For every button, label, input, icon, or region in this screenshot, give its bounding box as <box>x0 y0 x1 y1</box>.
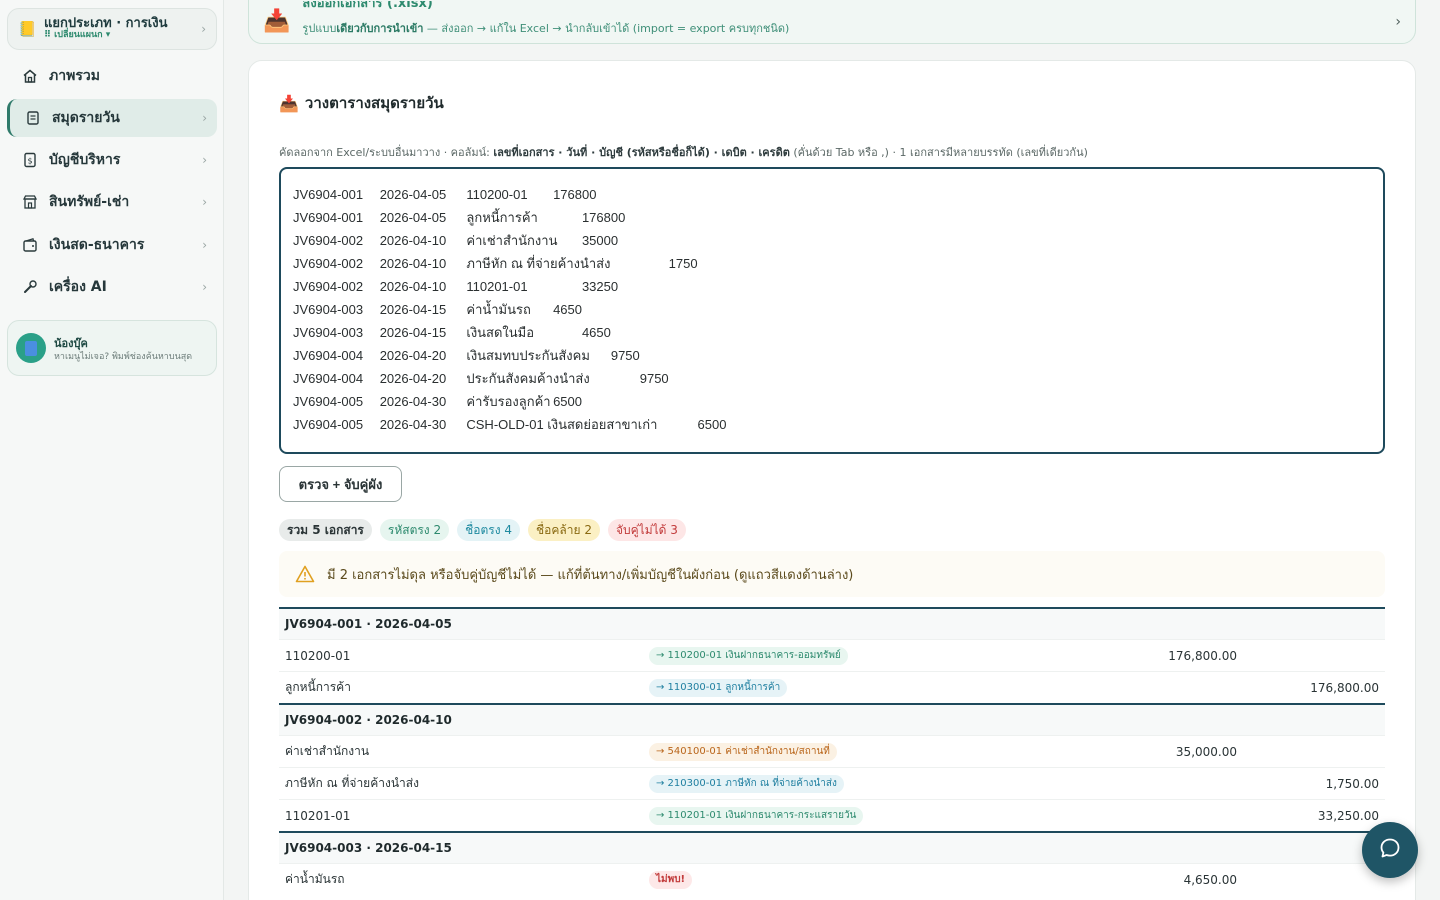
sidebar-item-ai-tools[interactable]: เครื่อง AI › <box>7 268 217 306</box>
home-icon <box>21 67 39 85</box>
input-account: ค่าน้ำมันรถ <box>285 872 345 886</box>
paste-textarea[interactable] <box>279 167 1385 454</box>
mapped-account-badge[interactable]: → 540100-01 ค่าเช่าสำนักงาน/สถานที่ <box>649 742 837 761</box>
sidebar-item-overview[interactable]: ภาพรวม <box>7 57 217 95</box>
debit-amount: 4,650.00 <box>1183 872 1237 887</box>
journal-icon <box>24 109 42 127</box>
mapped-account-cell: → 110300-01 ลูกหนี้การค้า <box>649 678 788 697</box>
folder-icon: 📒 <box>18 20 37 38</box>
sidebar-item-label: สินทรัพย์-เช่า <box>49 194 130 210</box>
book-icon <box>25 340 37 356</box>
export-subtitle-rest: — ส่งออก → แก้ใน Excel → นำกลับเข้าได้ (… <box>423 22 790 35</box>
assistant-helper-card[interactable]: น้องบุ๊ค หาเมนูไม่เจอ? พิมพ์ช่องค้นหาบนส… <box>7 320 217 376</box>
table-row: ภาษีหัก ณ ที่จ่ายค้างนำส่ง → 210300-01 ภา… <box>279 767 1385 799</box>
matched-entries-table: JV6904-001 · 2026-04-05 110200-01 → 110200… <box>279 607 1385 895</box>
sidebar-item-journal[interactable]: สมุดรายวัน › <box>7 99 217 137</box>
chevron-right-icon: › <box>202 238 207 252</box>
document-group-header: JV6904-002 · 2026-04-10 <box>279 703 1385 735</box>
tools-icon <box>21 278 39 296</box>
chat-bubble-icon <box>1378 836 1402 864</box>
export-documents-bar[interactable]: 📥 ส่งออกเอกสาร (.xlsx) รูปแบบเดียวกับการ… <box>248 0 1416 44</box>
assistant-avatar <box>16 333 46 363</box>
card-title-text: วางตารางสมุดรายวัน <box>304 94 444 112</box>
desc-columns: เลขที่เอกสาร · วันที่ · บัญชี (รหัสหรือช… <box>493 146 790 159</box>
sidebar-item-label: บัญชีบริหาร <box>49 152 121 168</box>
mapped-account-badge[interactable]: → 210300-01 ภาษีหัก ณ ที่จ่ายค้างนำส่ง <box>649 774 844 793</box>
mapped-account-badge[interactable]: → 110300-01 ลูกหนี้การค้า <box>649 678 788 697</box>
export-tray-icon: 📥 <box>263 8 291 34</box>
mapped-account-cell: → 540100-01 ค่าเช่าสำนักงาน/สถานที่ <box>649 742 837 761</box>
debit-amount: 176,800.00 <box>1168 648 1237 663</box>
sidebar-item-label: เงินสด-ธนาคาร <box>49 237 145 253</box>
chip-fuzzy-match: ชื่อคล้าย 2 <box>528 519 600 541</box>
mapped-account-cell: → 210300-01 ภาษีหัก ณ ที่จ่ายค้างนำส่ง <box>649 774 844 793</box>
warning-banner: มี 2 เอกสารไม่ดุล หรือจับคู่บัญชีไม่ได้ … <box>279 551 1385 597</box>
card-description: คัดลอกจาก Excel/ระบบอื่นมาวาง · คอลัมน์:… <box>279 143 1088 161</box>
input-account: ลูกหนี้การค้า <box>285 680 351 694</box>
chevron-right-icon: › <box>1395 14 1401 30</box>
mapped-account-cell: → 110201-01 เงินฝากธนาคาร-กระแสรายวัน <box>649 806 864 825</box>
desc-prefix: คัดลอกจาก Excel/ระบบอื่นมาวาง · คอลัมน์: <box>279 146 494 159</box>
chip-no-match: จับคู่ไม่ได้ 3 <box>607 519 686 541</box>
chevron-right-icon: › <box>201 22 206 36</box>
building-icon <box>21 193 39 211</box>
chevron-right-icon: › <box>202 195 207 209</box>
credit-amount: 176,800.00 <box>1310 680 1379 695</box>
debit-amount: 35,000.00 <box>1175 744 1237 759</box>
workspace-subtitle[interactable]: ⠿ เปลี่ยนแผนก ▾ <box>44 30 201 41</box>
table-row: ค่าน้ำมันรถ ไม่พบ! 4,650.00 <box>279 863 1385 895</box>
mapped-account-badge[interactable]: → 110201-01 เงินฝากธนาคาร-กระแสรายวัน <box>649 806 864 825</box>
desc-rest: (คั่นด้วย Tab หรือ ,) · 1 เอกสารมีหลายบร… <box>789 146 1088 159</box>
chip-total-documents: รวม 5 เอกสาร <box>279 519 372 541</box>
chip-name-match: ชื่อตรง 4 <box>457 519 521 541</box>
warning-triangle-icon <box>295 565 315 583</box>
credit-amount: 1,750.00 <box>1325 776 1379 791</box>
sidebar-item-label: สมุดรายวัน <box>52 110 120 126</box>
chevron-right-icon: › <box>202 280 207 294</box>
check-and-match-button[interactable]: ตรวจ + จับคู่ผัง <box>279 466 402 502</box>
inbox-tray-icon: 📥 <box>279 93 299 113</box>
mapped-account-cell: ไม่พบ! <box>649 870 693 889</box>
sidebar-item-label: เครื่อง AI <box>49 279 107 295</box>
table-row: ลูกหนี้การค้า → 110300-01 ลูกหนี้การค้า 17… <box>279 671 1385 703</box>
summary-chips: รวม 5 เอกสาร รหัสตรง 2 ชื่อตรง 4 ชื่อคล้… <box>279 519 686 541</box>
credit-amount: 33,250.00 <box>1317 808 1379 823</box>
warning-text: มี 2 เอกสารไม่ดุล หรือจับคู่บัญชีไม่ได้ … <box>327 567 854 583</box>
workspace-switcher[interactable]: 📒 แยกประเภท · การเงิน ⠿ เปลี่ยนแผนก ▾ › <box>7 8 217 50</box>
input-account: 110200-01 <box>285 648 351 663</box>
export-title: ส่งออกเอกสาร (.xlsx) <box>302 1 433 11</box>
chip-code-match: รหัสตรง 2 <box>379 519 450 541</box>
sidebar-item-management-accounting[interactable]: $ บัญชีบริหาร › <box>7 141 217 179</box>
paste-journal-card: 📥 วางตารางสมุดรายวัน คัดลอกจาก Excel/ระบ… <box>248 60 1416 900</box>
table-row: 110200-01 → 110200-01 เงินฝากธนาคาร-ออมทร… <box>279 639 1385 671</box>
card-title: 📥 วางตารางสมุดรายวัน <box>279 91 444 115</box>
input-account: ภาษีหัก ณ ที่จ่ายค้างนำส่ง <box>285 776 419 790</box>
export-subtitle-prefix: รูปแบบ <box>302 22 337 35</box>
assistant-hint: หาเมนูไม่เจอ? พิมพ์ช่องค้นหาบนสุด <box>54 351 193 362</box>
mapped-account-badge[interactable]: → 110200-01 เงินฝากธนาคาร-ออมทรัพย์ <box>649 646 848 665</box>
table-row: ค่าเช่าสำนักงาน → 540100-01 ค่าเช่าสำนักง… <box>279 735 1385 767</box>
mapped-account-badge[interactable]: ไม่พบ! <box>649 870 693 889</box>
sidebar-item-cash-bank[interactable]: เงินสด-ธนาคาร › <box>7 226 217 264</box>
svg-text:$: $ <box>27 157 32 166</box>
chevron-right-icon: › <box>202 153 207 167</box>
chat-button[interactable] <box>1362 822 1418 878</box>
export-subtitle: รูปแบบเดียวกับการนำเข้า — ส่งออก → แก้ใน… <box>302 19 1395 37</box>
ledger-icon: $ <box>21 151 39 169</box>
input-account: 110201-01 <box>285 808 351 823</box>
table-row: 110201-01 → 110201-01 เงินฝากธนาคาร-กระแส… <box>279 799 1385 831</box>
chevron-right-icon: › <box>202 111 207 125</box>
export-subtitle-bold: เดียวกับการนำเข้า <box>336 22 424 35</box>
input-account: ค่าเช่าสำนักงาน <box>285 744 370 758</box>
mapped-account-cell: → 110200-01 เงินฝากธนาคาร-ออมทรัพย์ <box>649 646 848 665</box>
document-group-header: JV6904-001 · 2026-04-05 <box>279 607 1385 639</box>
wallet-icon <box>21 236 39 254</box>
sidebar: 📒 แยกประเภท · การเงิน ⠿ เปลี่ยนแผนก ▾ › … <box>0 0 224 900</box>
assistant-name: น้องบุ๊ค <box>54 336 88 350</box>
sidebar-item-assets-lease[interactable]: สินทรัพย์-เช่า › <box>7 183 217 221</box>
document-group-header: JV6904-003 · 2026-04-15 <box>279 831 1385 863</box>
sidebar-item-label: ภาพรวม <box>49 68 100 84</box>
